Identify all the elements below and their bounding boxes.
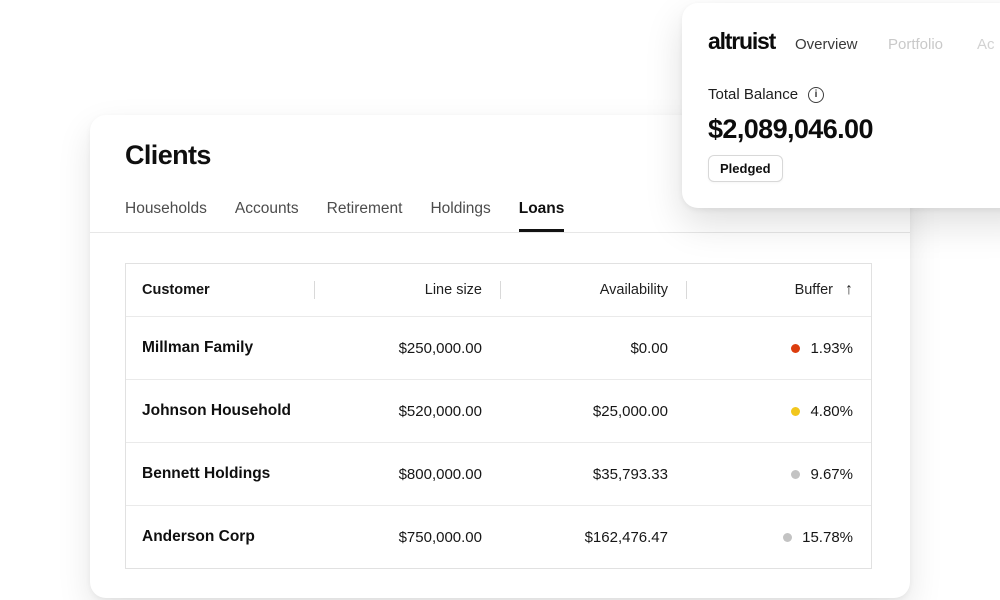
table-header: Customer Line size Availability Buffer ↑ bbox=[126, 264, 871, 316]
line-size-cell: $520,000.00 bbox=[314, 380, 500, 442]
total-balance-label: Total Balance bbox=[708, 86, 798, 103]
page: Clients Households Accounts Retirement H… bbox=[0, 0, 1000, 600]
page-title: Clients bbox=[125, 140, 211, 171]
tabs: Households Accounts Retirement Holdings … bbox=[125, 200, 564, 232]
column-header-customer[interactable]: Customer bbox=[126, 264, 314, 316]
info-icon[interactable]: i bbox=[808, 87, 824, 103]
buffer-value: 1.93% bbox=[810, 340, 853, 357]
buffer-status-dot bbox=[791, 407, 800, 416]
nav-portfolio[interactable]: Portfolio bbox=[888, 36, 943, 53]
customer-cell: Johnson Household bbox=[126, 380, 314, 442]
buffer-cell: 15.78% bbox=[686, 506, 871, 568]
availability-cell: $0.00 bbox=[500, 317, 686, 379]
table-row-johnson-household[interactable]: Johnson Household $520,000.00 $25,000.00… bbox=[126, 379, 871, 442]
table-row-bennett-holdings[interactable]: Bennett Holdings $800,000.00 $35,793.33 … bbox=[126, 442, 871, 505]
buffer-cell: 9.67% bbox=[686, 443, 871, 505]
buffer-value: 9.67% bbox=[810, 466, 853, 483]
loans-table: Customer Line size Availability Buffer ↑… bbox=[125, 263, 872, 569]
availability-cell: $25,000.00 bbox=[500, 380, 686, 442]
balance-card: altruist Overview Portfolio Ac Total Bal… bbox=[682, 3, 1000, 208]
column-header-availability[interactable]: Availability bbox=[500, 264, 686, 316]
column-header-buffer[interactable]: Buffer ↑ bbox=[686, 264, 871, 316]
total-balance-value: $2,089,046.00 bbox=[708, 114, 873, 145]
tab-loans[interactable]: Loans bbox=[519, 200, 565, 232]
line-size-cell: $250,000.00 bbox=[314, 317, 500, 379]
customer-cell: Anderson Corp bbox=[126, 506, 314, 568]
customer-cell: Bennett Holdings bbox=[126, 443, 314, 505]
tab-holdings[interactable]: Holdings bbox=[430, 200, 490, 232]
tab-accounts[interactable]: Accounts bbox=[235, 200, 299, 232]
column-header-buffer-label: Buffer bbox=[795, 282, 833, 298]
table-row-anderson-corp[interactable]: Anderson Corp $750,000.00 $162,476.47 15… bbox=[126, 505, 871, 568]
altruist-logo: altruist bbox=[708, 28, 775, 55]
tab-retirement[interactable]: Retirement bbox=[327, 200, 403, 232]
total-balance-row: Total Balance i bbox=[708, 86, 824, 103]
nav-overview[interactable]: Overview bbox=[795, 36, 858, 53]
line-size-cell: $800,000.00 bbox=[314, 443, 500, 505]
nav-accounts-clipped[interactable]: Ac bbox=[977, 36, 995, 53]
buffer-cell: 4.80% bbox=[686, 380, 871, 442]
sort-ascending-icon[interactable]: ↑ bbox=[845, 282, 853, 298]
tab-households[interactable]: Households bbox=[125, 200, 207, 232]
buffer-status-dot bbox=[791, 470, 800, 479]
availability-cell: $162,476.47 bbox=[500, 506, 686, 568]
table-row-millman-family[interactable]: Millman Family $250,000.00 $0.00 1.93% bbox=[126, 316, 871, 379]
customer-cell: Millman Family bbox=[126, 317, 314, 379]
buffer-value: 4.80% bbox=[810, 403, 853, 420]
buffer-status-dot bbox=[783, 533, 792, 542]
pledged-badge[interactable]: Pledged bbox=[708, 155, 783, 182]
availability-cell: $35,793.33 bbox=[500, 443, 686, 505]
column-header-line-size[interactable]: Line size bbox=[314, 264, 500, 316]
line-size-cell: $750,000.00 bbox=[314, 506, 500, 568]
buffer-value: 15.78% bbox=[802, 529, 853, 546]
buffer-status-dot bbox=[791, 344, 800, 353]
buffer-cell: 1.93% bbox=[686, 317, 871, 379]
